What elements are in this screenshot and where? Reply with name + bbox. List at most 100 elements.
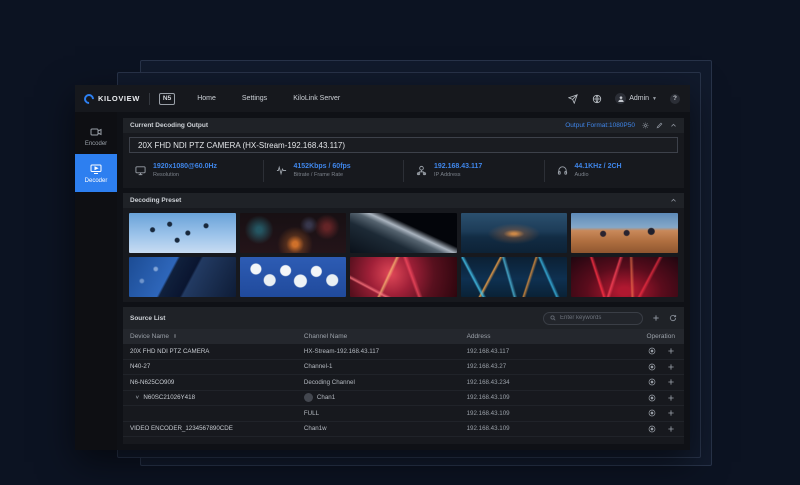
collapse-icon[interactable]	[670, 122, 677, 129]
app-window: KILOVIEW N5 Home Settings KiloLink Serve…	[75, 85, 690, 450]
output-format-label[interactable]: Output Format:1080P50	[565, 122, 635, 129]
table-row[interactable]: 20X FHD NDI PTZ CAMERA HX-Stream-192.168…	[123, 344, 684, 360]
model-badge: N5	[159, 93, 175, 105]
ip-address-value: 192.168.43.117	[434, 163, 482, 170]
bitrate-label: Bitrate / Frame Rate	[294, 172, 351, 178]
network-icon	[416, 165, 427, 176]
page-background: KILOVIEW N5 Home Settings KiloLink Serve…	[0, 0, 800, 485]
column-channel-name: Channel Name	[297, 333, 460, 340]
preset-thumbnail-4[interactable]	[461, 213, 568, 253]
preview-icon[interactable]	[648, 409, 656, 417]
monitor-play-icon	[90, 163, 102, 175]
decoding-preset-section: Decoding Preset	[123, 193, 684, 302]
globe-language-icon[interactable]	[591, 93, 602, 104]
menu-item-home[interactable]: Home	[197, 95, 216, 102]
ip-address-label: IP Address	[434, 172, 482, 178]
table-row[interactable]: VIDEO ENCODER_1234567890CDE Chan1w 192.1…	[123, 422, 684, 438]
brand-logo-text: KILOVIEW	[98, 94, 140, 103]
current-stream-box: 20X FHD NDI PTZ CAMERA (HX-Stream-192.16…	[129, 137, 678, 153]
preset-grid	[123, 208, 684, 302]
stat-ip-address: 192.168.43.117 IP Address	[403, 160, 544, 182]
admin-menu[interactable]: Admin ▼	[615, 93, 657, 104]
decoding-preset-header: Decoding Preset	[123, 193, 684, 208]
add-icon[interactable]	[667, 425, 675, 433]
current-output-title: Current Decoding Output	[130, 122, 208, 129]
device-name-cell: 20X FHD NDI PTZ CAMERA	[123, 348, 297, 355]
sidebar-item-encoder[interactable]: Encoder	[75, 118, 117, 154]
device-name-cell: N6-N625CO909	[123, 379, 297, 386]
preview-icon[interactable]	[648, 394, 656, 402]
column-device-name[interactable]: Device Name	[123, 333, 297, 341]
device-name-cell: VIDEO ENCODER_1234567890CDE	[123, 425, 297, 432]
preset-thumbnail-7[interactable]	[240, 257, 347, 297]
preset-thumbnail-6[interactable]	[129, 257, 236, 297]
navbar-right: Admin ▼ ?	[567, 93, 680, 104]
device-name-cell: N40-27	[123, 363, 297, 370]
stat-bitrate: 4152Kbps / 60fps Bitrate / Frame Rate	[263, 160, 404, 182]
sidebar-item-decoder[interactable]: Decoder	[75, 154, 117, 192]
stat-audio: 44.1KHz / 2CH Audio	[544, 160, 685, 182]
add-source-icon[interactable]	[652, 314, 660, 322]
admin-label: Admin	[629, 95, 649, 102]
menu-item-kilolink-server[interactable]: KiloLink Server	[293, 95, 340, 102]
address-cell: 192.168.43.109	[460, 410, 600, 417]
add-icon[interactable]	[667, 394, 675, 402]
device-name-cell: ∨ N60SC21026Y418	[123, 394, 297, 401]
preset-thumbnail-1[interactable]	[129, 213, 236, 253]
address-cell: 192.168.43.109	[460, 394, 600, 401]
table-header: Device Name Channel Name Address Operati…	[123, 329, 684, 344]
stream-stats-row: 1920x1080@60.0Hz Resolution 4152Kbps / 6…	[123, 153, 684, 188]
add-icon[interactable]	[667, 378, 675, 386]
add-icon[interactable]	[667, 409, 675, 417]
preview-icon[interactable]	[648, 363, 656, 371]
address-cell: 192.168.43.109	[460, 425, 600, 432]
add-icon[interactable]	[667, 363, 675, 371]
edit-pencil-icon[interactable]	[656, 122, 663, 129]
table-row[interactable]: N40-27 Channel-1 192.168.43.27	[123, 360, 684, 376]
brand-logo-icon	[82, 91, 96, 105]
content-area: Current Decoding Output Output Format:10…	[117, 112, 690, 450]
source-list-section: Source List	[123, 307, 684, 444]
channel-name-text: Chan1	[317, 394, 335, 401]
expand-caret-icon[interactable]: ∨	[135, 395, 139, 401]
search-icon	[550, 315, 556, 321]
preset-thumbnail-5[interactable]	[571, 213, 678, 253]
collapse-icon[interactable]	[670, 197, 677, 204]
stat-resolution: 1920x1080@60.0Hz Resolution	[123, 160, 263, 182]
preview-icon[interactable]	[648, 378, 656, 386]
brand-logo: KILOVIEW	[84, 94, 140, 104]
address-cell: 192.168.43.234	[460, 379, 600, 386]
help-icon[interactable]: ?	[670, 94, 680, 104]
search-input[interactable]	[560, 315, 636, 321]
preset-thumbnail-8[interactable]	[350, 257, 457, 297]
decoding-preset-title: Decoding Preset	[130, 197, 181, 204]
preview-icon[interactable]	[648, 425, 656, 433]
column-device-name-label: Device Name	[130, 333, 169, 340]
refresh-icon[interactable]	[669, 314, 677, 322]
paper-plane-icon[interactable]	[567, 93, 578, 104]
preview-icon[interactable]	[648, 347, 656, 355]
device-name-text: N60SC21026Y418	[143, 394, 195, 401]
preset-thumbnail-9[interactable]	[461, 257, 568, 297]
preset-thumbnail-2[interactable]	[240, 213, 347, 253]
table-row[interactable]: ∨ N60SC21026Y418 Chan1 192.168.43.109	[123, 391, 684, 407]
menu-item-settings[interactable]: Settings	[242, 95, 267, 102]
waveform-icon	[276, 165, 287, 176]
current-stream-title: 20X FHD NDI PTZ CAMERA (HX-Stream-192.16…	[138, 141, 345, 150]
add-icon[interactable]	[667, 347, 675, 355]
camera-icon	[90, 126, 102, 138]
channel-name-cell: Decoding Channel	[297, 379, 460, 386]
search-box[interactable]	[543, 312, 643, 325]
sort-icon[interactable]	[172, 333, 178, 341]
sidebar: Encoder Decoder	[75, 112, 117, 450]
table-row[interactable]: N6-N625CO909 Decoding Channel 192.168.43…	[123, 375, 684, 391]
preset-thumbnail-10[interactable]	[571, 257, 678, 297]
channel-name-cell: HX-Stream-192.168.43.117	[297, 348, 460, 355]
sidebar-decoder-label: Decoder	[85, 178, 108, 184]
table-row[interactable]: FULL 192.168.43.109	[123, 406, 684, 422]
audio-value: 44.1KHz / 2CH	[575, 163, 622, 170]
gear-icon[interactable]	[642, 122, 649, 129]
audio-label: Audio	[575, 172, 622, 178]
preset-thumbnail-3[interactable]	[350, 213, 457, 253]
resolution-value: 1920x1080@60.0Hz	[153, 163, 217, 170]
